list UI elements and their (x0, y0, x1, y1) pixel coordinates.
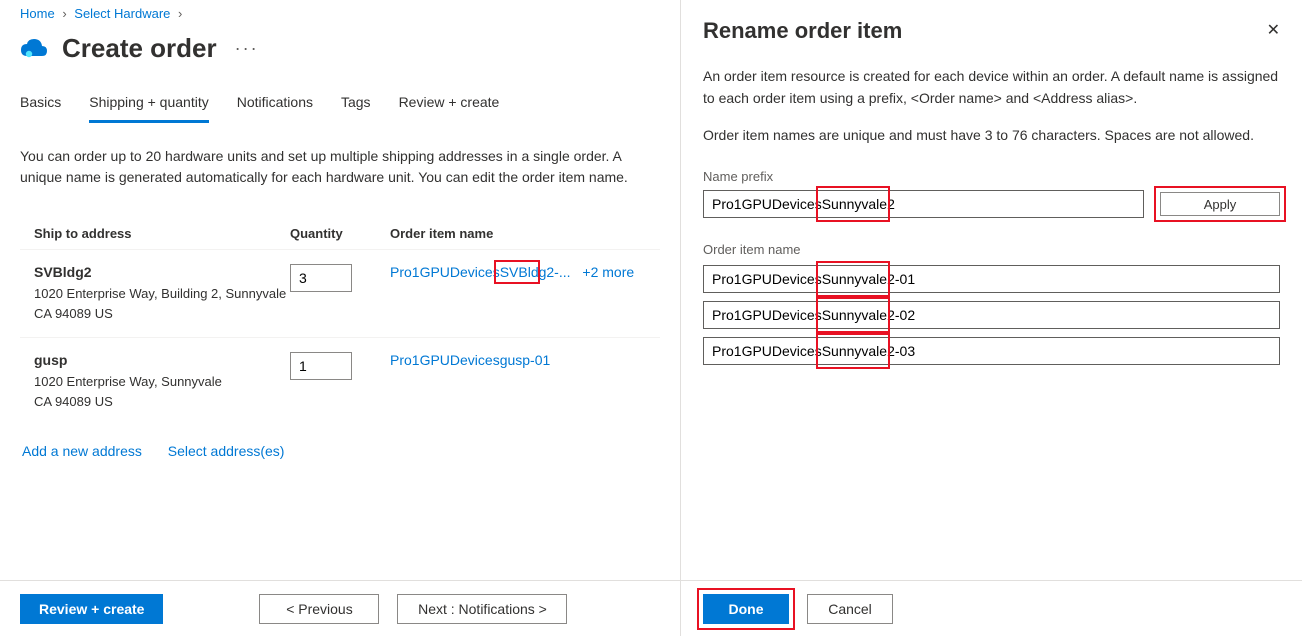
service-icon (20, 38, 48, 60)
tab-basics[interactable]: Basics (20, 94, 61, 123)
breadcrumb: Home › Select Hardware › (20, 0, 660, 21)
done-button[interactable]: Done (703, 594, 789, 624)
breadcrumb-select-hardware[interactable]: Select Hardware (74, 6, 170, 21)
name-prefix-label: Name prefix (703, 169, 1280, 184)
add-address-link[interactable]: Add a new address (22, 443, 142, 459)
order-item-link[interactable]: Pro1GPUDevicesSVBldg2-... (390, 264, 571, 280)
order-item-name-input[interactable] (703, 301, 1280, 329)
order-item-link-text: Pro1GPUDevicesSVBldg2-... (390, 264, 571, 280)
panel-footer: Done Cancel (681, 580, 1302, 636)
quantity-input[interactable] (290, 264, 352, 292)
breadcrumb-sep: › (62, 6, 66, 21)
cancel-button[interactable]: Cancel (807, 594, 893, 624)
wizard-tabs: Basics Shipping + quantity Notifications… (20, 94, 660, 124)
order-item-name-input[interactable] (703, 265, 1280, 293)
wizard-footer: Review + create < Previous Next : Notifi… (0, 580, 680, 636)
address-line: 1020 Enterprise Way, Sunnyvale (34, 372, 290, 392)
tab-shipping-quantity[interactable]: Shipping + quantity (89, 94, 208, 123)
quantity-input[interactable] (290, 352, 352, 380)
address-alias: SVBldg2 (34, 264, 290, 280)
lead-text: You can order up to 20 hardware units an… (20, 146, 660, 188)
col-quantity: Quantity (290, 226, 390, 241)
address-line: CA 94089 US (34, 392, 290, 412)
more-actions-icon[interactable]: ··· (235, 38, 259, 59)
tab-notifications[interactable]: Notifications (237, 94, 313, 123)
page-title: Create order (62, 33, 217, 64)
order-item-name-label: Order item name (703, 242, 1280, 257)
order-item-name-input[interactable] (703, 337, 1280, 365)
panel-body-1: An order item resource is created for ea… (703, 66, 1280, 109)
tab-review-create[interactable]: Review + create (399, 94, 500, 123)
address-row: SVBldg2 1020 Enterprise Way, Building 2,… (20, 249, 660, 337)
more-items-link[interactable]: +2 more (582, 264, 634, 280)
address-line: CA 94089 US (34, 304, 290, 324)
breadcrumb-home[interactable]: Home (20, 6, 55, 21)
address-line: 1020 Enterprise Way, Building 2, Sunnyva… (34, 284, 290, 304)
col-ship-to: Ship to address (20, 226, 290, 241)
panel-body-2: Order item names are unique and must hav… (703, 125, 1280, 147)
name-prefix-input[interactable] (703, 190, 1144, 218)
select-addresses-link[interactable]: Select address(es) (168, 443, 285, 459)
close-icon[interactable]: ✕ (1267, 20, 1280, 40)
previous-button[interactable]: < Previous (259, 594, 379, 624)
order-item-link[interactable]: Pro1GPUDevicesgusp-01 (390, 352, 550, 368)
address-row: gusp 1020 Enterprise Way, Sunnyvale CA 9… (20, 337, 660, 425)
review-create-button[interactable]: Review + create (20, 594, 163, 624)
apply-button[interactable]: Apply (1160, 192, 1280, 216)
panel-title: Rename order item (703, 18, 1280, 44)
next-button[interactable]: Next : Notifications > (397, 594, 567, 624)
breadcrumb-sep: › (178, 6, 182, 21)
address-alias: gusp (34, 352, 290, 368)
tab-tags[interactable]: Tags (341, 94, 371, 123)
rename-panel: Rename order item ✕ An order item resour… (680, 0, 1302, 636)
col-order-item-name: Order item name (390, 226, 660, 241)
